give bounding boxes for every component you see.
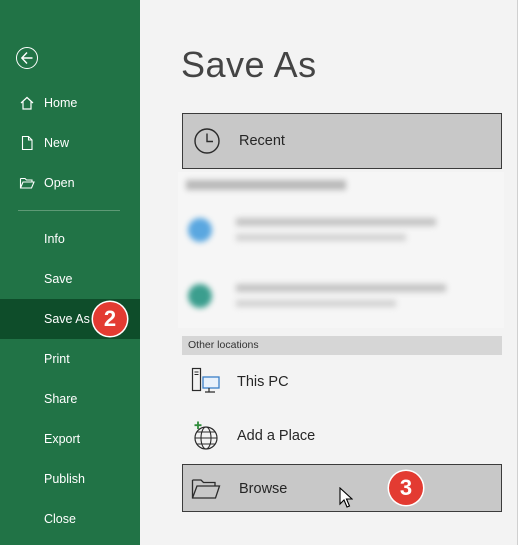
add-a-place-location[interactable]: Add a Place — [182, 412, 502, 460]
nav-divider — [18, 210, 120, 211]
nav-item-new[interactable]: New — [0, 123, 140, 163]
nav-item-label: Print — [44, 352, 70, 366]
open-folder-icon — [19, 177, 35, 189]
new-document-icon — [21, 135, 33, 151]
recent-label: Recent — [239, 133, 285, 149]
nav-item-label: Export — [44, 432, 81, 446]
nav-item-close[interactable]: Close — [0, 499, 140, 539]
browse-location[interactable]: Browse — [182, 464, 502, 512]
nav-item-label: New — [44, 136, 70, 150]
nav-item-label: Publish — [44, 472, 85, 486]
nav-item-label: Save As — [44, 312, 90, 326]
folder-icon — [191, 479, 221, 499]
nav-item-print[interactable]: Print — [0, 339, 140, 379]
nav-item-label: Save — [44, 272, 73, 286]
globe-add-icon — [194, 421, 218, 450]
nav-item-publish[interactable]: Publish — [0, 459, 140, 499]
clock-icon — [194, 128, 220, 154]
recent-files-list — [178, 172, 504, 328]
this-pc-label: This PC — [237, 374, 289, 390]
home-icon — [20, 96, 34, 110]
back-arrow-icon[interactable] — [16, 47, 38, 69]
recent-file-icon — [188, 218, 212, 242]
nav-item-label: Share — [44, 392, 78, 406]
mouse-cursor-icon — [339, 487, 353, 508]
nav-item-label: Open — [44, 176, 75, 190]
page-title: Save As — [181, 44, 317, 85]
nav-item-open[interactable]: Open — [0, 163, 140, 203]
step-3-badge: 3 — [389, 471, 423, 505]
nav-item-label: Close — [44, 512, 76, 526]
this-pc-icon — [191, 367, 220, 393]
nav-item-export[interactable]: Export — [0, 419, 140, 459]
step-2-badge: 2 — [93, 302, 127, 336]
nav-item-home[interactable]: Home — [0, 83, 140, 123]
nav-item-label: Info — [44, 232, 65, 246]
nav-item-info[interactable]: Info — [0, 219, 140, 259]
recent-file-icon — [188, 284, 212, 308]
other-locations-header: Other locations — [182, 336, 502, 355]
add-a-place-label: Add a Place — [237, 428, 316, 444]
nav-item-label: Home — [44, 96, 78, 110]
backstage-nav: Home New Open Info Save Save As Print Sh… — [0, 0, 140, 545]
nav-item-share[interactable]: Share — [0, 379, 140, 419]
browse-label: Browse — [239, 481, 288, 497]
recent-location[interactable]: Recent — [182, 113, 502, 169]
nav-item-save[interactable]: Save — [0, 259, 140, 299]
this-pc-location[interactable]: This PC — [182, 358, 502, 406]
